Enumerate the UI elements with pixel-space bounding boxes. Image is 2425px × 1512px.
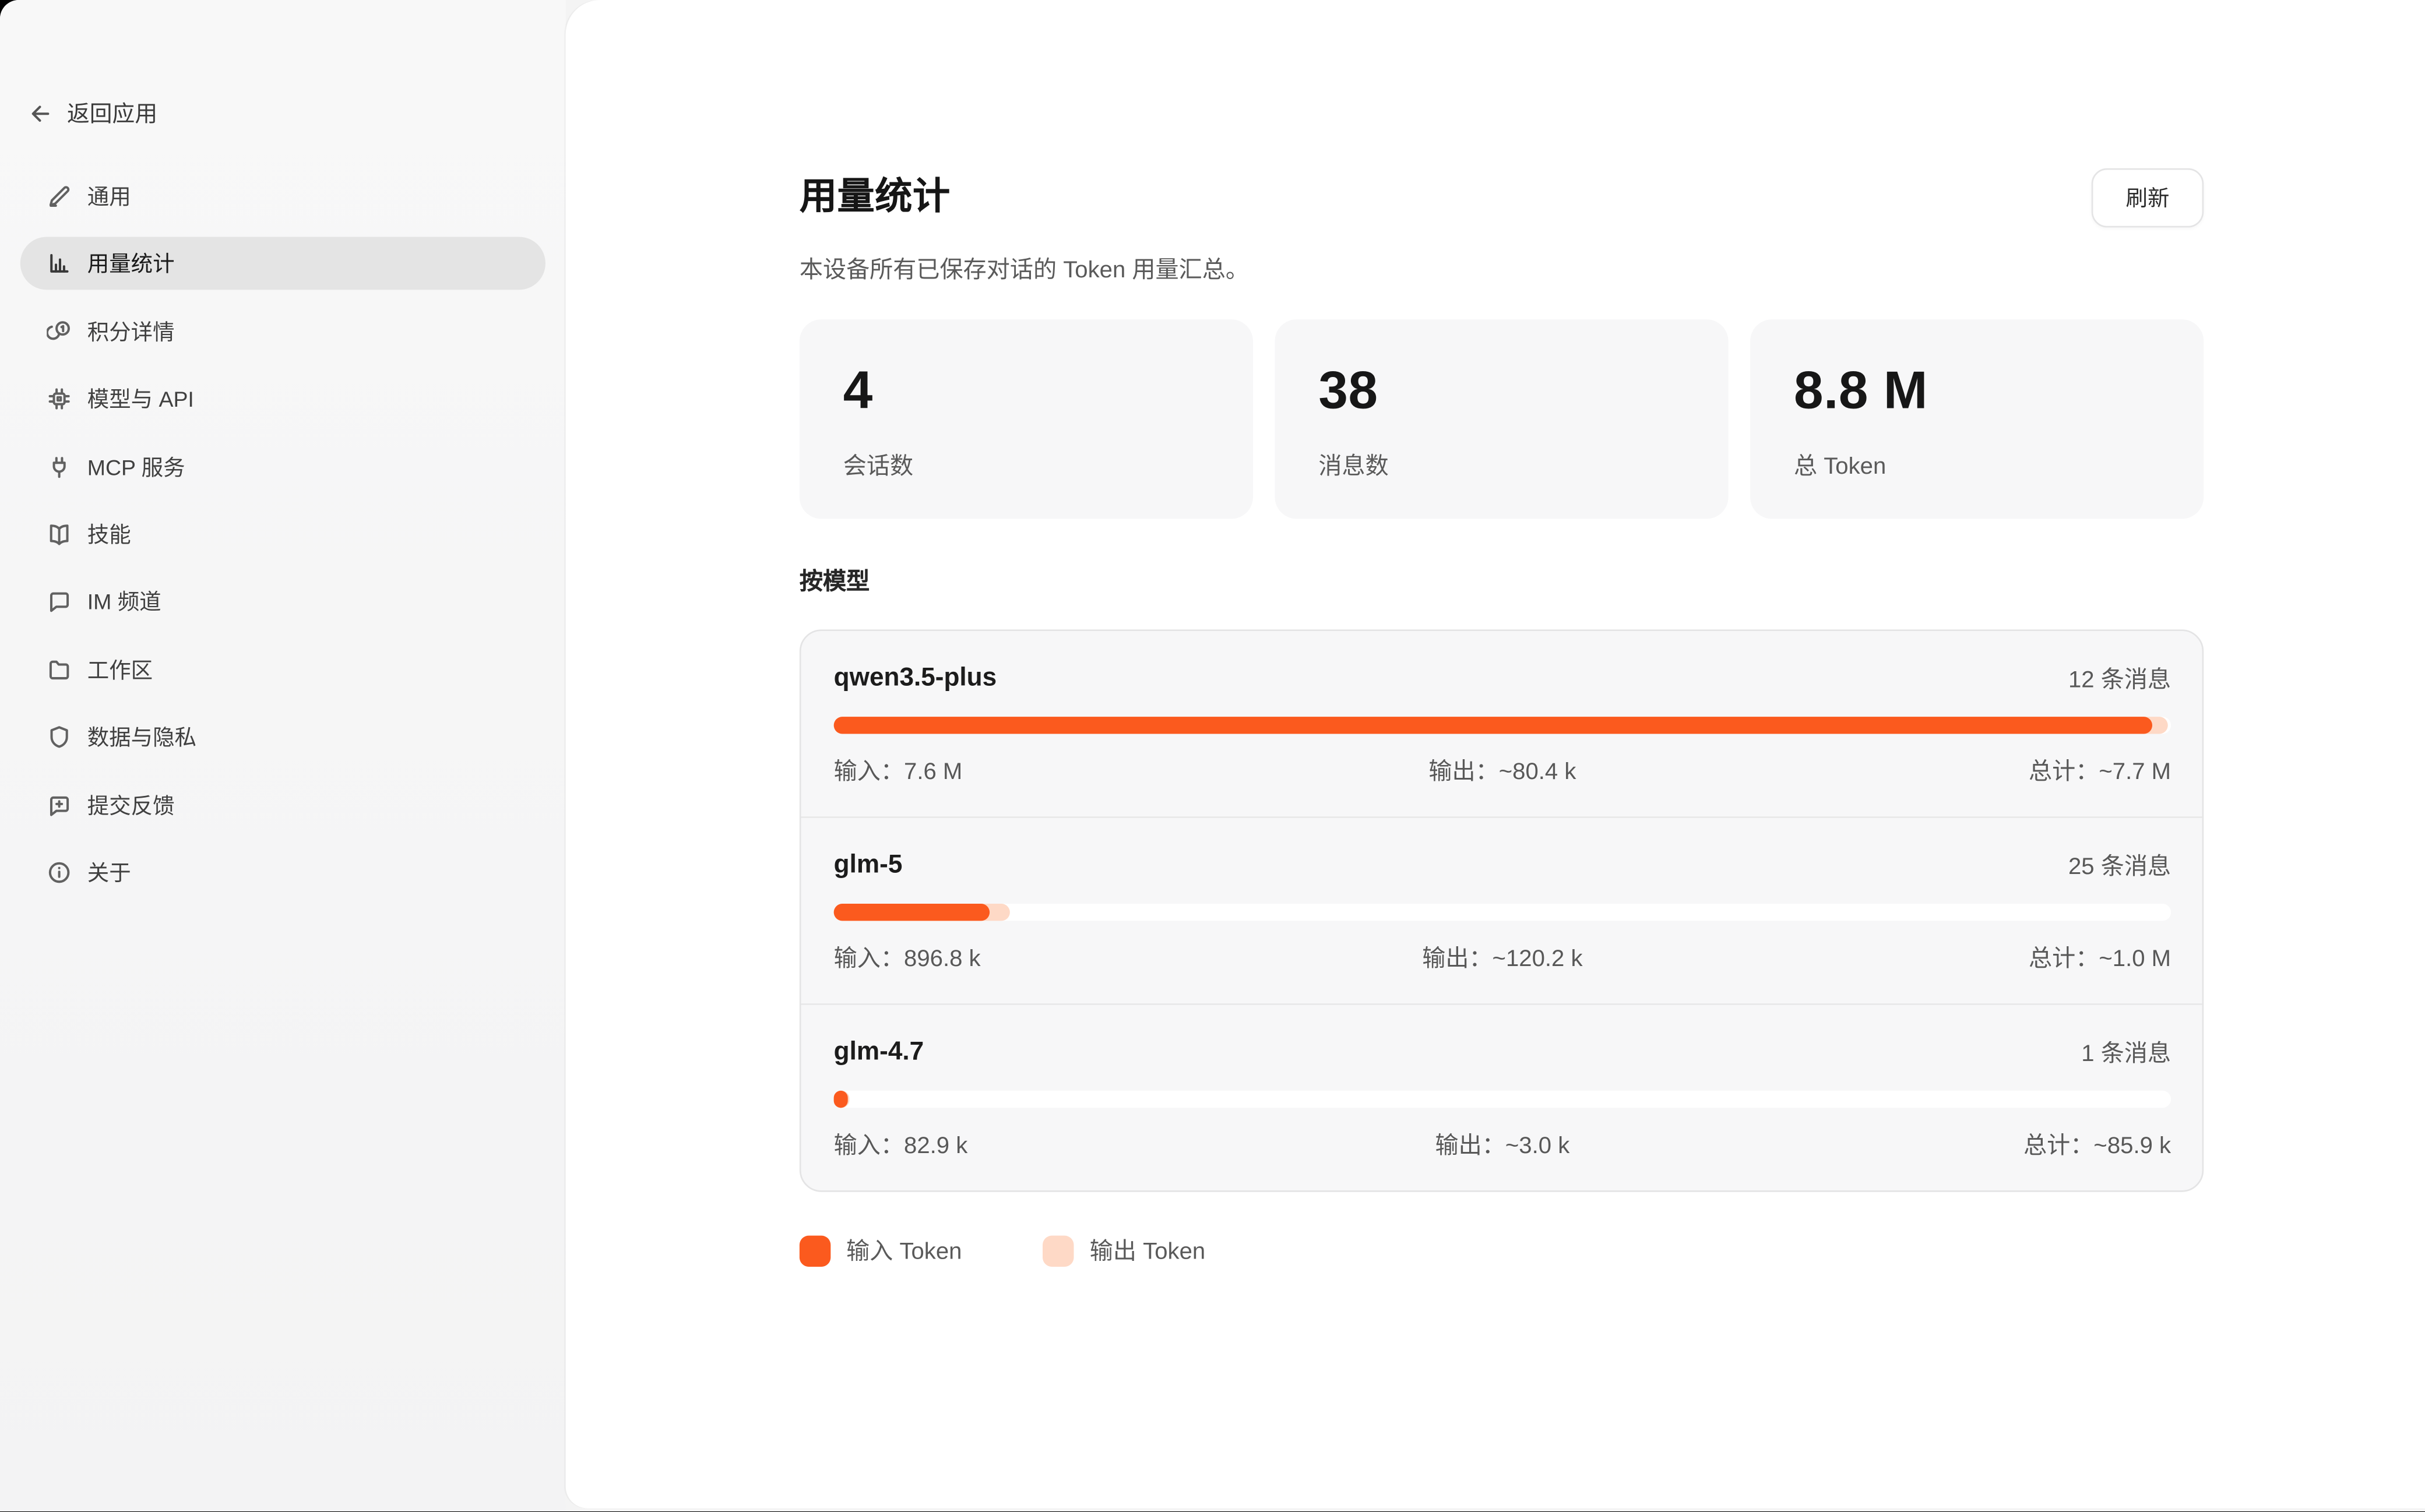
sidebar-item-label: 技能 xyxy=(87,519,131,549)
sessions-count: 4 xyxy=(843,360,1209,422)
by-model-heading: 按模型 xyxy=(800,566,2204,600)
settings-window: 返回应用 通用 用量统计 积分详情 xyxy=(0,0,2425,1512)
legend: 输入 Token 输出 Token xyxy=(800,1234,2204,1267)
messages-count: 38 xyxy=(1318,360,1684,422)
sidebar-item-label: 提交反馈 xyxy=(87,790,175,820)
feedback-icon xyxy=(47,792,72,817)
sidebar-item-label: 数据与隐私 xyxy=(87,721,196,752)
shield-icon xyxy=(47,725,72,750)
model-output-stat: 输出：~80.4 k xyxy=(1279,757,1725,788)
pencil-icon xyxy=(47,184,72,209)
sidebar-item-label: 通用 xyxy=(87,181,131,212)
model-input-stat: 输入：7.6 M xyxy=(834,757,1280,788)
sidebar-item-label: 用量统计 xyxy=(87,248,175,279)
folder-icon xyxy=(47,657,72,682)
sidebar-item-usage-stats[interactable]: 用量统计 xyxy=(20,238,545,291)
sidebar-item-credits[interactable]: 积分详情 xyxy=(20,305,545,358)
model-input-stat: 输入：896.8 k xyxy=(834,944,1280,975)
sidebar-item-label: MCP 服务 xyxy=(87,451,185,482)
model-row-glm-5: glm-5 25 条消息 输入：896.8 k 输出：~120.2 k 总计：~… xyxy=(801,816,2202,1003)
sessions-label: 会话数 xyxy=(843,449,1209,481)
back-to-app-button[interactable]: 返回应用 xyxy=(28,97,545,129)
info-icon xyxy=(47,860,72,885)
legend-label: 输入 Token xyxy=(846,1234,962,1267)
sidebar-item-feedback[interactable]: 提交反馈 xyxy=(20,778,545,831)
coins-icon xyxy=(47,319,72,344)
sidebar-item-label: 模型与 API xyxy=(87,383,194,414)
sidebar-item-about[interactable]: 关于 xyxy=(20,846,545,899)
sidebar-nav: 通用 用量统计 积分详情 模型与 API xyxy=(20,170,545,898)
model-output-stat: 输出：~120.2 k xyxy=(1279,944,1725,975)
page-subtitle: 本设备所有已保存对话的 Token 用量汇总。 xyxy=(800,254,2204,288)
total-tokens-count: 8.8 M xyxy=(1794,360,2160,422)
book-icon xyxy=(47,522,72,547)
chip-icon xyxy=(47,387,72,412)
sidebar-item-workspace[interactable]: 工作区 xyxy=(20,643,545,696)
output-token-swatch xyxy=(1043,1235,1074,1266)
sidebar-item-data-privacy[interactable]: 数据与隐私 xyxy=(20,711,545,764)
legend-item-input: 输入 Token xyxy=(800,1234,962,1267)
model-output-stat: 输出：~3.0 k xyxy=(1279,1131,1725,1162)
sidebar-item-skills[interactable]: 技能 xyxy=(20,508,545,561)
chat-icon xyxy=(47,590,72,615)
page-header: 用量统计 刷新 xyxy=(800,168,2204,228)
arrow-left-icon xyxy=(28,100,53,125)
back-label: 返回应用 xyxy=(67,97,157,129)
model-message-count: 12 条消息 xyxy=(2068,661,2171,694)
token-usage-bar xyxy=(834,717,2171,734)
input-token-swatch xyxy=(800,1235,830,1266)
sidebar-item-label: 工作区 xyxy=(87,654,153,685)
total-tokens-label: 总 Token xyxy=(1794,449,2160,481)
messages-label: 消息数 xyxy=(1318,449,1684,481)
page-title: 用量统计 xyxy=(800,175,951,221)
refresh-button[interactable]: 刷新 xyxy=(2092,168,2204,228)
sidebar-item-im-channels[interactable]: IM 频道 xyxy=(20,576,545,629)
sidebar-item-mcp[interactable]: MCP 服务 xyxy=(20,440,545,494)
input-token-segment xyxy=(834,717,2152,734)
token-usage-bar xyxy=(834,1091,2171,1108)
sidebar-item-models-api[interactable]: 模型与 API xyxy=(20,373,545,426)
model-total-stat: 总计：~1.0 M xyxy=(1725,944,2171,975)
summary-card-sessions: 4 会话数 xyxy=(800,319,1253,519)
model-total-stat: 总计：~7.7 M xyxy=(1725,757,2171,788)
bar-chart-icon xyxy=(47,252,72,277)
sidebar-item-general[interactable]: 通用 xyxy=(20,170,545,223)
plug-icon xyxy=(47,454,72,480)
model-name: glm-5 xyxy=(834,848,903,882)
summary-card-messages: 38 消息数 xyxy=(1275,319,1728,519)
legend-label: 输出 Token xyxy=(1090,1234,1205,1267)
sidebar-item-label: IM 频道 xyxy=(87,586,161,617)
model-name: qwen3.5-plus xyxy=(834,661,997,695)
window-stage: 返回应用 通用 用量统计 积分详情 xyxy=(0,0,2425,1512)
model-name: glm-4.7 xyxy=(834,1035,924,1069)
model-usage-card: qwen3.5-plus 12 条消息 输入：7.6 M 输出：~80.4 k … xyxy=(800,629,2204,1192)
input-token-segment xyxy=(834,904,989,921)
token-usage-bar xyxy=(834,904,2171,921)
model-message-count: 1 条消息 xyxy=(2081,1035,2171,1068)
sidebar-item-label: 积分详情 xyxy=(87,316,175,347)
model-row-glm-4-7: glm-4.7 1 条消息 输入：82.9 k 输出：~3.0 k 总计：~85… xyxy=(801,1003,2202,1190)
model-message-count: 25 条消息 xyxy=(2068,848,2171,881)
model-row-qwen3-5-plus: qwen3.5-plus 12 条消息 输入：7.6 M 输出：~80.4 k … xyxy=(801,631,2202,816)
legend-item-output: 输出 Token xyxy=(1043,1234,1206,1267)
summary-card-total-tokens: 8.8 M 总 Token xyxy=(1750,319,2204,519)
model-total-stat: 总计：~85.9 k xyxy=(1725,1131,2171,1162)
main-panel: 用量统计 刷新 本设备所有已保存对话的 Token 用量汇总。 4 会话数 38… xyxy=(566,0,2425,1509)
sidebar: 返回应用 通用 用量统计 积分详情 xyxy=(0,0,566,1512)
summary-cards: 4 会话数 38 消息数 8.8 M 总 Token xyxy=(800,319,2204,519)
sidebar-item-label: 关于 xyxy=(87,857,131,888)
model-input-stat: 输入：82.9 k xyxy=(834,1131,1280,1162)
